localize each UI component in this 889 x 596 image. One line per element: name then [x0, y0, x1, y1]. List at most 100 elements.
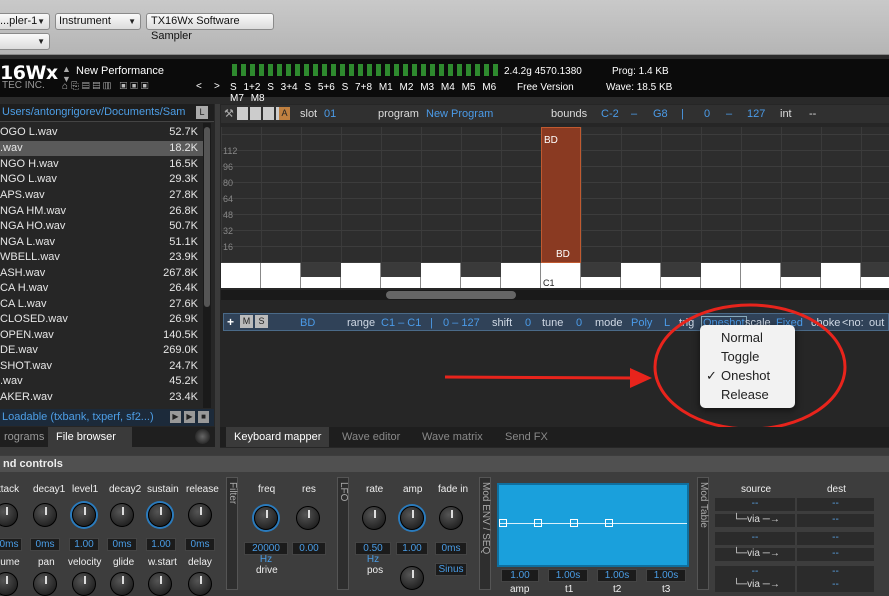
- list-item[interactable]: WBELL.wav 23.9K: [0, 250, 204, 265]
- add-icon[interactable]: +: [227, 315, 238, 329]
- list-item[interactable]: .wav 18.2K: [0, 141, 204, 156]
- lfo-amp-value[interactable]: 1.00: [396, 542, 428, 555]
- res-knob[interactable]: [296, 506, 320, 530]
- list-item[interactable]: APS.wav 27.8K: [0, 188, 204, 203]
- slot-buttons[interactable]: S 1+2 S 3+4 S 5+6 S 7+8 M1 M2 M3 M4 M5 M…: [230, 82, 500, 104]
- mod-via-value[interactable]: --: [797, 514, 874, 527]
- tab-keyboard-mapper[interactable]: Keyboard mapper: [226, 427, 330, 447]
- pan-knob[interactable]: [33, 572, 57, 596]
- envelope-node[interactable]: [570, 519, 578, 527]
- mod-button[interactable]: M5: [462, 82, 476, 93]
- lock-icon[interactable]: L: [196, 106, 208, 119]
- list-item[interactable]: NGA HO.wav 50.7K: [0, 219, 204, 234]
- rate-knob[interactable]: [362, 506, 386, 530]
- res-value[interactable]: 0.00: [292, 542, 326, 555]
- list-item[interactable]: .wav 45.2K: [0, 374, 204, 389]
- range-value[interactable]: C1 – C1: [381, 317, 421, 329]
- envelope-node[interactable]: [605, 519, 613, 527]
- mod-button[interactable]: M1: [379, 82, 393, 93]
- black-key[interactable]: [861, 263, 889, 277]
- slot-button[interactable]: S 3+4: [267, 82, 297, 93]
- list-item[interactable]: OPEN.wav 140.5K: [0, 328, 204, 343]
- stop-icon[interactable]: ■: [198, 411, 209, 423]
- rate-value[interactable]: 0.50 Hz: [355, 542, 391, 565]
- slot-value[interactable]: 01: [324, 108, 336, 120]
- list-item[interactable]: NGO L.wav 29.3K: [0, 172, 204, 187]
- mute-button[interactable]: M: [240, 315, 253, 328]
- decay1-knob[interactable]: [33, 503, 57, 527]
- tab-programs[interactable]: rograms: [0, 427, 52, 447]
- black-key[interactable]: [461, 263, 501, 277]
- envelope-node[interactable]: [534, 519, 542, 527]
- zone-name[interactable]: BD: [300, 317, 315, 329]
- black-key[interactable]: [581, 263, 621, 277]
- instrument-select[interactable]: Instrument ▼: [55, 13, 141, 30]
- lfo-shape-value[interactable]: Sinus: [435, 563, 467, 576]
- wstart-knob[interactable]: [148, 572, 172, 596]
- level1-value[interactable]: 1.00: [69, 538, 99, 551]
- lfo-amp-knob[interactable]: [400, 506, 424, 530]
- modenv-t3-value[interactable]: 1.00s: [646, 569, 686, 582]
- file-list-scrollbar[interactable]: [203, 123, 211, 408]
- header-icons[interactable]: ⌂⎘▤▤▥ ▣▣▣: [62, 81, 187, 93]
- fadein-value[interactable]: 0ms: [435, 542, 467, 555]
- black-key[interactable]: [661, 263, 701, 277]
- mod-button[interactable]: M8: [251, 93, 265, 104]
- modenv-t1-value[interactable]: 1.00s: [548, 569, 588, 582]
- freq-knob[interactable]: [254, 506, 278, 530]
- release-value[interactable]: 0ms: [185, 538, 215, 551]
- performance-name[interactable]: New Performance: [76, 65, 164, 77]
- slot-button[interactable]: S 5+6: [304, 82, 334, 93]
- scrollbar-thumb[interactable]: [386, 291, 516, 299]
- plugin-name-button[interactable]: TX16Wx Software Sampler: [146, 13, 274, 42]
- volume-knob[interactable]: [0, 572, 18, 596]
- browser-filter[interactable]: Loadable (txbank, txperf, sf2...): [2, 411, 154, 423]
- modenv-t2-value[interactable]: 1.00s: [597, 569, 637, 582]
- mod-source-cell[interactable]: --: [715, 566, 795, 579]
- zone-bd[interactable]: BD BD: [541, 127, 581, 263]
- mod-button[interactable]: M3: [420, 82, 434, 93]
- black-key[interactable]: [301, 263, 341, 277]
- vel-low[interactable]: 0: [704, 108, 710, 120]
- mod-source-cell[interactable]: --: [715, 498, 795, 511]
- mod-button[interactable]: M6: [482, 82, 496, 93]
- mod-via-value[interactable]: --: [797, 548, 874, 561]
- list-item[interactable]: SHOT.wav 24.7K: [0, 359, 204, 374]
- decay2-value[interactable]: 0ms: [107, 538, 137, 551]
- sustain-knob[interactable]: [148, 503, 172, 527]
- list-item[interactable]: NGA HM.wav 26.8K: [0, 204, 204, 219]
- mod-button[interactable]: M2: [400, 82, 414, 93]
- mod-dest-cell[interactable]: --: [797, 532, 874, 545]
- list-item[interactable]: ASH.wav 267.8K: [0, 266, 204, 281]
- attack-value[interactable]: 0ms: [0, 538, 22, 551]
- list-item[interactable]: AKER.wav 23.4K: [0, 390, 204, 405]
- vel-high[interactable]: 127: [747, 108, 765, 120]
- black-key[interactable]: [781, 263, 821, 277]
- velocity-knob[interactable]: [72, 572, 96, 596]
- glide-knob[interactable]: [110, 572, 134, 596]
- bound-low[interactable]: C-2: [601, 108, 619, 120]
- play-icon[interactable]: ▶: [170, 411, 181, 423]
- preset-select[interactable]: ...pler-1 ▼: [0, 13, 50, 30]
- int-value[interactable]: --: [809, 108, 816, 120]
- envelope-node[interactable]: [499, 519, 507, 527]
- sustain-value[interactable]: 1.00: [146, 538, 176, 551]
- delay-knob[interactable]: [188, 572, 212, 596]
- list-item[interactable]: CA H.wav 26.4K: [0, 281, 204, 296]
- list-item[interactable]: DE.wav 269.0K: [0, 343, 204, 358]
- solo-button[interactable]: S: [255, 315, 268, 328]
- mapper-scrollbar[interactable]: [221, 290, 889, 300]
- release-knob[interactable]: [188, 503, 212, 527]
- mod-envelope-editor[interactable]: [497, 483, 689, 567]
- program-value[interactable]: New Program: [426, 108, 493, 120]
- list-item[interactable]: OGO L.wav 52.7K: [0, 125, 204, 140]
- next-button[interactable]: >: [214, 81, 220, 92]
- level1-knob[interactable]: [72, 503, 96, 527]
- slot-button[interactable]: S 7+8: [342, 82, 372, 93]
- tab-send-fx[interactable]: Send FX: [497, 427, 556, 447]
- list-item[interactable]: NGA L.wav 51.1K: [0, 235, 204, 250]
- list-item[interactable]: CLOSED.wav 26.9K: [0, 312, 204, 327]
- decay2-knob[interactable]: [110, 503, 134, 527]
- track-select[interactable]: ▼: [0, 33, 50, 50]
- browser-path[interactable]: Users/antongrigorev/Documents/Sam: [2, 106, 185, 118]
